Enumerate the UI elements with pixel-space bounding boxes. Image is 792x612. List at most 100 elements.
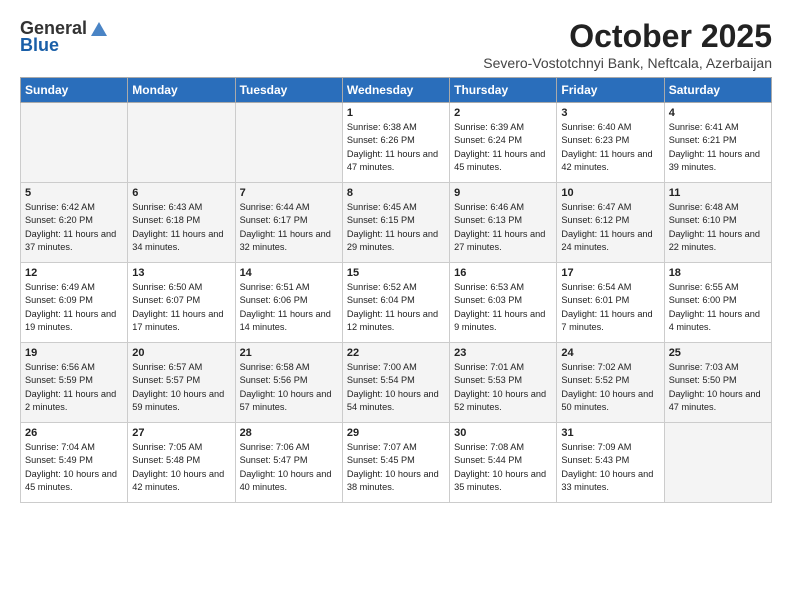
calendar-day-26: 26 Sunrise: 7:04 AM Sunset: 5:49 PM Dayli…: [21, 423, 128, 503]
day-number: 31: [561, 427, 659, 439]
day-number: 6: [132, 187, 230, 199]
calendar-day-23: 23 Sunrise: 7:01 AM Sunset: 5:53 PM Dayli…: [450, 343, 557, 423]
day-number: 28: [240, 427, 338, 439]
day-number: 19: [25, 347, 123, 359]
day-info: Sunrise: 7:03 AM Sunset: 5:50 PM Dayligh…: [669, 361, 767, 414]
day-info: Sunrise: 6:52 AM Sunset: 6:04 PM Dayligh…: [347, 281, 445, 334]
calendar-week-row: 5 Sunrise: 6:42 AM Sunset: 6:20 PM Daylig…: [21, 183, 772, 263]
day-number: 11: [669, 187, 767, 199]
day-info: Sunrise: 6:46 AM Sunset: 6:13 PM Dayligh…: [454, 201, 552, 254]
calendar-day-29: 29 Sunrise: 7:07 AM Sunset: 5:45 PM Dayli…: [342, 423, 449, 503]
calendar-day-4: 4 Sunrise: 6:41 AM Sunset: 6:21 PM Daylig…: [664, 103, 771, 183]
logo: General Blue: [20, 18, 109, 56]
calendar-week-row: 12 Sunrise: 6:49 AM Sunset: 6:09 PM Dayli…: [21, 263, 772, 343]
calendar-day-18: 18Sunrise: 6:55 AM Sunset: 6:00 PM Dayli…: [664, 263, 771, 343]
day-info: Sunrise: 6:41 AM Sunset: 6:21 PM Dayligh…: [669, 121, 767, 174]
weekday-header-tuesday: Tuesday: [235, 78, 342, 103]
logo-icon: [89, 20, 109, 38]
day-number: 20: [132, 347, 230, 359]
day-number: 15: [347, 267, 445, 279]
day-number: 13: [132, 267, 230, 279]
location: Severo-Vostotchnyi Bank, Neftcala, Azerb…: [483, 55, 772, 71]
calendar-day-30: 30 Sunrise: 7:08 AM Sunset: 5:44 PM Dayli…: [450, 423, 557, 503]
day-number: 10: [561, 187, 659, 199]
day-info: Sunrise: 6:50 AM Sunset: 6:07 PM Dayligh…: [132, 281, 230, 334]
calendar-day-19: 19 Sunrise: 6:56 AM Sunset: 5:59 PM Dayli…: [21, 343, 128, 423]
title-block: October 2025 Severo-Vostotchnyi Bank, Ne…: [483, 18, 772, 71]
day-number: 8: [347, 187, 445, 199]
weekday-header-wednesday: Wednesday: [342, 78, 449, 103]
day-number: 21: [240, 347, 338, 359]
day-info: Sunrise: 6:49 AM Sunset: 6:09 PM Dayligh…: [25, 281, 123, 334]
day-info: Sunrise: 7:07 AM Sunset: 5:45 PM Dayligh…: [347, 441, 445, 494]
weekday-header-sunday: Sunday: [21, 78, 128, 103]
calendar-week-row: 1 Sunrise: 6:38 AM Sunset: 6:26 PM Daylig…: [21, 103, 772, 183]
calendar-week-row: 19 Sunrise: 6:56 AM Sunset: 5:59 PM Dayli…: [21, 343, 772, 423]
header: General Blue October 2025 Severo-Vostotc…: [20, 18, 772, 71]
day-number: 1: [347, 107, 445, 119]
day-number: 24: [561, 347, 659, 359]
day-info: Sunrise: 7:01 AM Sunset: 5:53 PM Dayligh…: [454, 361, 552, 414]
calendar-day-2: 2Sunrise: 6:39 AM Sunset: 6:24 PM Daylig…: [450, 103, 557, 183]
day-info: Sunrise: 7:08 AM Sunset: 5:44 PM Dayligh…: [454, 441, 552, 494]
day-number: 5: [25, 187, 123, 199]
day-info: Sunrise: 7:09 AM Sunset: 5:43 PM Dayligh…: [561, 441, 659, 494]
day-number: 27: [132, 427, 230, 439]
calendar-day-24: 24Sunrise: 7:02 AM Sunset: 5:52 PM Dayli…: [557, 343, 664, 423]
weekday-header-friday: Friday: [557, 78, 664, 103]
calendar-day-17: 17 Sunrise: 6:54 AM Sunset: 6:01 PM Dayli…: [557, 263, 664, 343]
day-info: Sunrise: 6:45 AM Sunset: 6:15 PM Dayligh…: [347, 201, 445, 254]
day-number: 3: [561, 107, 659, 119]
page: General Blue October 2025 Severo-Vostotc…: [0, 0, 792, 513]
weekday-header-saturday: Saturday: [664, 78, 771, 103]
day-number: 9: [454, 187, 552, 199]
calendar-day-3: 3 Sunrise: 6:40 AM Sunset: 6:23 PM Daylig…: [557, 103, 664, 183]
day-number: 4: [669, 107, 767, 119]
day-info: Sunrise: 7:05 AM Sunset: 5:48 PM Dayligh…: [132, 441, 230, 494]
day-info: Sunrise: 6:38 AM Sunset: 6:26 PM Dayligh…: [347, 121, 445, 174]
calendar-day-10: 10 Sunrise: 6:47 AM Sunset: 6:12 PM Dayli…: [557, 183, 664, 263]
calendar-day-5: 5 Sunrise: 6:42 AM Sunset: 6:20 PM Daylig…: [21, 183, 128, 263]
calendar-day-empty: [664, 423, 771, 503]
day-info: Sunrise: 6:39 AM Sunset: 6:24 PM Dayligh…: [454, 121, 552, 174]
day-info: Sunrise: 7:06 AM Sunset: 5:47 PM Dayligh…: [240, 441, 338, 494]
calendar-day-28: 28 Sunrise: 7:06 AM Sunset: 5:47 PM Dayli…: [235, 423, 342, 503]
calendar-day-empty: [128, 103, 235, 183]
calendar-day-14: 14Sunrise: 6:51 AM Sunset: 6:06 PM Dayli…: [235, 263, 342, 343]
day-info: Sunrise: 6:43 AM Sunset: 6:18 PM Dayligh…: [132, 201, 230, 254]
day-info: Sunrise: 7:04 AM Sunset: 5:49 PM Dayligh…: [25, 441, 123, 494]
day-number: 23: [454, 347, 552, 359]
day-number: 25: [669, 347, 767, 359]
day-number: 12: [25, 267, 123, 279]
day-info: Sunrise: 6:54 AM Sunset: 6:01 PM Dayligh…: [561, 281, 659, 334]
logo-blue-text: Blue: [20, 35, 59, 56]
calendar-day-21: 21 Sunrise: 6:58 AM Sunset: 5:56 PM Dayli…: [235, 343, 342, 423]
calendar-day-6: 6 Sunrise: 6:43 AM Sunset: 6:18 PM Daylig…: [128, 183, 235, 263]
day-number: 29: [347, 427, 445, 439]
day-info: Sunrise: 6:56 AM Sunset: 5:59 PM Dayligh…: [25, 361, 123, 414]
calendar-day-16: 16Sunrise: 6:53 AM Sunset: 6:03 PM Dayli…: [450, 263, 557, 343]
calendar-day-15: 15 Sunrise: 6:52 AM Sunset: 6:04 PM Dayli…: [342, 263, 449, 343]
calendar-day-1: 1 Sunrise: 6:38 AM Sunset: 6:26 PM Daylig…: [342, 103, 449, 183]
day-info: Sunrise: 6:53 AM Sunset: 6:03 PM Dayligh…: [454, 281, 552, 334]
day-info: Sunrise: 7:00 AM Sunset: 5:54 PM Dayligh…: [347, 361, 445, 414]
calendar-day-empty: [21, 103, 128, 183]
day-number: 17: [561, 267, 659, 279]
weekday-header-thursday: Thursday: [450, 78, 557, 103]
month-title: October 2025: [483, 18, 772, 55]
calendar-day-20: 20 Sunrise: 6:57 AM Sunset: 5:57 PM Dayli…: [128, 343, 235, 423]
day-number: 30: [454, 427, 552, 439]
day-info: Sunrise: 6:40 AM Sunset: 6:23 PM Dayligh…: [561, 121, 659, 174]
day-number: 26: [25, 427, 123, 439]
day-info: Sunrise: 6:57 AM Sunset: 5:57 PM Dayligh…: [132, 361, 230, 414]
calendar-day-9: 9 Sunrise: 6:46 AM Sunset: 6:13 PM Daylig…: [450, 183, 557, 263]
day-info: Sunrise: 6:48 AM Sunset: 6:10 PM Dayligh…: [669, 201, 767, 254]
calendar-day-31: 31 Sunrise: 7:09 AM Sunset: 5:43 PM Dayli…: [557, 423, 664, 503]
calendar-day-11: 11 Sunrise: 6:48 AM Sunset: 6:10 PM Dayli…: [664, 183, 771, 263]
day-info: Sunrise: 6:58 AM Sunset: 5:56 PM Dayligh…: [240, 361, 338, 414]
calendar-table: SundayMondayTuesdayWednesdayThursdayFrid…: [20, 77, 772, 503]
day-info: Sunrise: 6:42 AM Sunset: 6:20 PM Dayligh…: [25, 201, 123, 254]
day-info: Sunrise: 6:47 AM Sunset: 6:12 PM Dayligh…: [561, 201, 659, 254]
day-number: 22: [347, 347, 445, 359]
weekday-header-row: SundayMondayTuesdayWednesdayThursdayFrid…: [21, 78, 772, 103]
